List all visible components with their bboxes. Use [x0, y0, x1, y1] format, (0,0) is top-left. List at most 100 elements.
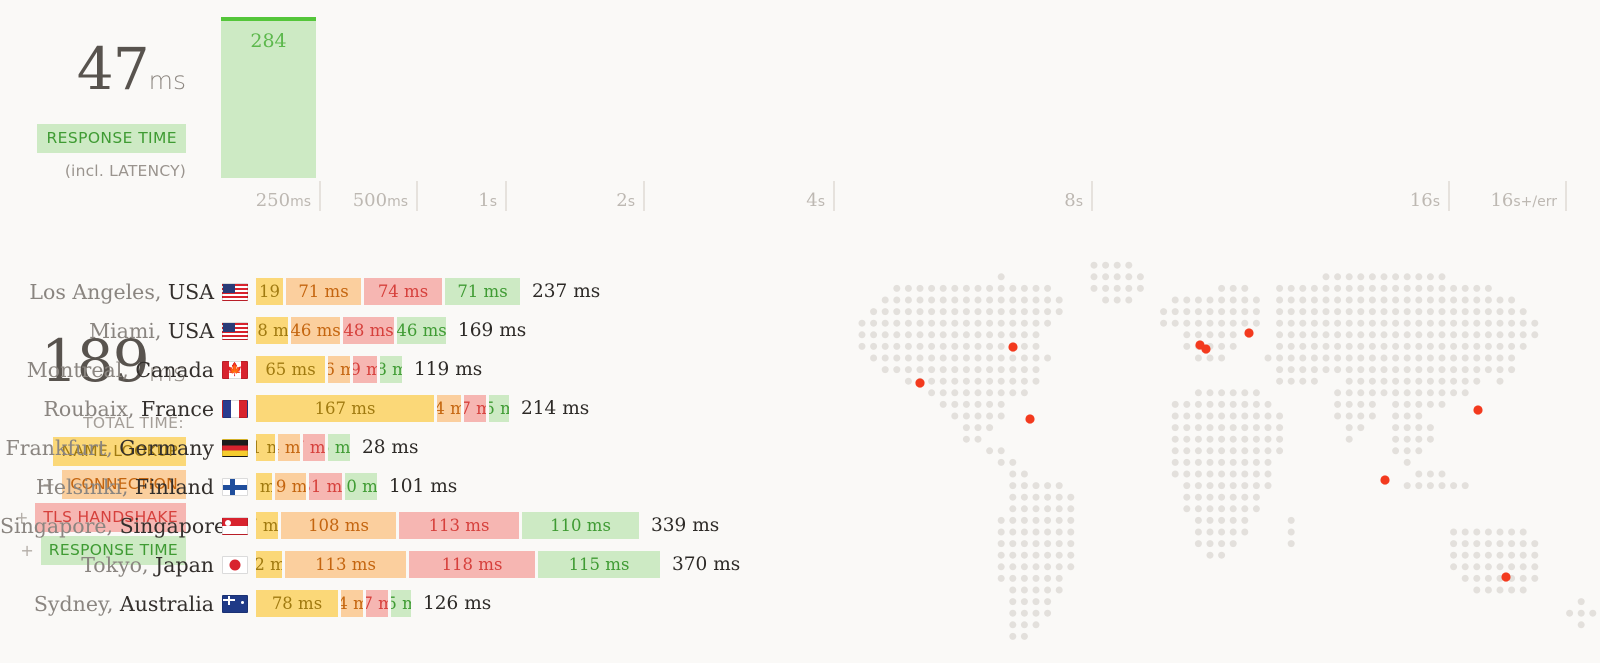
city-country: USA [167, 279, 214, 304]
latency-segment-dns[interactable]: 22 ms [256, 551, 282, 578]
row-total-time: 237 ms [532, 281, 601, 302]
city-row[interactable]: Miami, USA28 ms46 ms48 ms46 ms169 ms [0, 311, 1600, 350]
latency-segment-conn[interactable]: 16 ms [328, 356, 350, 383]
latency-segment-label: 113 ms [315, 555, 376, 574]
latency-segment-dns[interactable]: 167 ms [256, 395, 434, 422]
city-row[interactable]: Tokyo, Japan 22 ms 113 ms 118 ms 115 ms 370 m… [0, 545, 1600, 584]
latency-segment-tls[interactable]: 48 ms [343, 317, 394, 344]
de-flag [222, 438, 248, 457]
row-total-time: 214 ms [521, 398, 590, 419]
au-flag [222, 594, 248, 613]
city-country: Japan [155, 552, 214, 577]
histogram-bar[interactable]: 284 [221, 17, 316, 178]
city-label: Montreal, Canada [0, 358, 222, 382]
axis-tick-label-0: 250ms [255, 190, 311, 211]
histogram-bar-count: 284 [250, 30, 287, 52]
latency-segment-resp[interactable]: 115 ms [538, 551, 660, 578]
latency-segment-tls[interactable]: 74 ms [364, 278, 442, 305]
latency-segment-dns[interactable]: 28 ms [256, 317, 288, 344]
latency-segment-dns[interactable]: 7 ms [256, 512, 278, 539]
latency-segment-label: 7 ms [256, 516, 278, 535]
latency-segment-label: 17 ms [366, 594, 388, 613]
axis-tick-mark-5 [1091, 181, 1093, 211]
latency-segment-label: 16 ms [328, 360, 350, 379]
latency-segment-tls[interactable]: 19 ms [353, 356, 377, 383]
latency-segment-dns[interactable]: 9 ms [256, 473, 272, 500]
latency-segment-conn[interactable]: 108 ms [281, 512, 396, 539]
latency-segment-dns[interactable]: 11 ms [256, 434, 275, 461]
latency-segment-label: 48 ms [343, 321, 394, 340]
latency-bar-track: 65 ms 16 ms19 ms18 ms [256, 356, 405, 383]
latency-segment-conn[interactable]: 29 ms [275, 473, 306, 500]
latency-segment-label: 5 ms [328, 438, 350, 457]
city-label: Sydney, Australia [0, 592, 222, 616]
response-time-chip: RESPONSE TIME [37, 124, 186, 153]
row-total-time: 370 ms [672, 554, 741, 575]
latency-segment-resp[interactable]: 15 ms [391, 590, 411, 617]
ca-flag: 🍁 [222, 360, 248, 379]
latency-segment-conn[interactable]: 113 ms [285, 551, 406, 578]
axis-tick-mark-7 [1565, 181, 1567, 211]
latency-segment-dns[interactable]: 19 [256, 278, 283, 305]
latency-segment-label: 108 ms [308, 516, 369, 535]
city-row[interactable]: Montreal, Canada🍁65 ms16 ms19 ms18 ms119… [0, 350, 1600, 389]
latency-segment-resp[interactable]: 18 ms [380, 356, 402, 383]
latency-segment-tls[interactable]: 118 ms [409, 551, 535, 578]
city-label: Singapore, Singapore [0, 514, 226, 538]
city-name: Sydney, [33, 591, 120, 616]
latency-segment-tls[interactable]: 7 ms [303, 434, 325, 461]
city-row[interactable]: Los Angeles, USA 19 71 ms 74 ms 71 ms 237 ms [0, 272, 1600, 311]
city-row[interactable]: Roubaix, France 167 ms 14 ms17 ms15 ms 214 … [0, 389, 1600, 428]
latency-bar-track: 7 ms 108 ms 113 ms 110 ms [256, 512, 642, 539]
city-label: Los Angeles, USA [0, 280, 222, 304]
city-name: Frankfurt, [5, 435, 120, 460]
city-name: Tokyo, [81, 552, 155, 577]
latency-segment-label: 15 ms [391, 594, 411, 613]
axis-tick-label-6: 16s [1409, 190, 1440, 211]
latency-segment-tls[interactable]: 17 ms [464, 395, 486, 422]
latency-segment-label: 30 ms [345, 477, 377, 496]
latency-segment-conn[interactable]: 14 ms [341, 590, 363, 617]
latency-segment-tls[interactable]: 31 ms [309, 473, 342, 500]
city-row[interactable]: Frankfurt, Germany 11 ms4 ms7 ms5 ms 28 ms [0, 428, 1600, 467]
city-row[interactable]: Sydney, Australia 78 ms 14 ms17 ms15 ms 126… [0, 584, 1600, 623]
city-label: Roubaix, France [0, 397, 222, 421]
latency-segment-label: 71 ms [457, 282, 508, 301]
city-label: Tokyo, Japan [0, 553, 222, 577]
latency-segment-resp[interactable]: 30 ms [345, 473, 377, 500]
us-flag [222, 282, 248, 301]
latency-segment-label: 118 ms [441, 555, 503, 574]
latency-segment-resp[interactable]: 15 ms [489, 395, 509, 422]
latency-segment-conn[interactable]: 46 ms [291, 317, 340, 344]
latency-segment-dns[interactable]: 78 ms [256, 590, 338, 617]
response-time-sublabel: (incl. LATENCY) [64, 162, 186, 180]
latency-segment-tls[interactable]: 17 ms [366, 590, 388, 617]
latency-segment-resp[interactable]: 46 ms [397, 317, 446, 344]
city-name: Roubaix, [43, 396, 141, 421]
latency-segment-label: 19 ms [353, 360, 377, 379]
city-label: Frankfurt, Germany [0, 436, 222, 460]
latency-segment-label: 46 ms [291, 321, 340, 340]
latency-segment-label: 14 ms [437, 399, 461, 418]
latency-segment-conn[interactable]: 4 ms [278, 434, 300, 461]
latency-segment-resp[interactable]: 5 ms [328, 434, 350, 461]
axis-tick-mark-3 [643, 181, 645, 211]
latency-bar-track: 11 ms4 ms7 ms5 ms [256, 434, 353, 461]
city-row[interactable]: Helsinki, Finland 9 ms29 ms31 ms30 ms 101 … [0, 467, 1600, 506]
city-country: Australia [119, 591, 214, 616]
latency-segment-resp[interactable]: 110 ms [522, 512, 639, 539]
latency-segment-conn[interactable]: 71 ms [286, 278, 361, 305]
latency-segment-resp[interactable]: 71 ms [445, 278, 520, 305]
latency-segment-conn[interactable]: 14 ms [437, 395, 461, 422]
axis-tick-mark-1 [416, 181, 418, 211]
axis-tick-label-5: 8s [1064, 190, 1083, 211]
latency-segment-dns[interactable]: 65 ms [256, 356, 325, 383]
histogram-axis: 250ms 500ms 1s 2s 4s 8s 16s 16s+/err [200, 177, 1600, 211]
latency-segment-label: 167 ms [314, 399, 376, 418]
axis-tick-label-7: 16s+/err [1490, 190, 1557, 211]
latency-segment-label: 46 ms [397, 321, 446, 340]
city-row[interactable]: Singapore, Singapore 7 ms 108 ms 113 ms 110 … [0, 506, 1600, 545]
latency-segment-tls[interactable]: 113 ms [399, 512, 519, 539]
row-total-time: 169 ms [458, 320, 527, 341]
row-total-time: 339 ms [651, 515, 720, 536]
